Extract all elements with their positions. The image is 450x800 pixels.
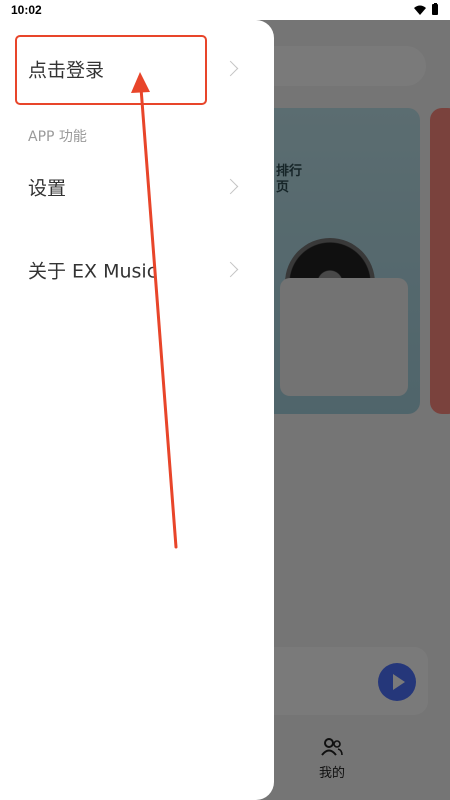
chevron-right-icon bbox=[222, 60, 239, 77]
status-time: 10:02 bbox=[11, 3, 42, 17]
annotation-highlight-box bbox=[15, 35, 207, 105]
menu-item-label: 设置 bbox=[28, 177, 67, 200]
section-title: APP 功能 bbox=[28, 129, 87, 145]
chevron-right-icon bbox=[222, 178, 239, 195]
status-icons bbox=[414, 2, 438, 15]
status-bar: 10:02 bbox=[0, 0, 450, 20]
wifi-icon bbox=[414, 5, 426, 15]
navigation-drawer: 点击登录 APP 功能 设置 关于 EX Music bbox=[0, 20, 274, 800]
battery-icon bbox=[432, 2, 438, 15]
menu-item-label: 关于 EX Music bbox=[28, 260, 158, 283]
menu-item-settings[interactable]: 设置 bbox=[0, 158, 274, 216]
chevron-right-icon bbox=[222, 261, 239, 278]
menu-item-about[interactable]: 关于 EX Music bbox=[0, 241, 274, 299]
